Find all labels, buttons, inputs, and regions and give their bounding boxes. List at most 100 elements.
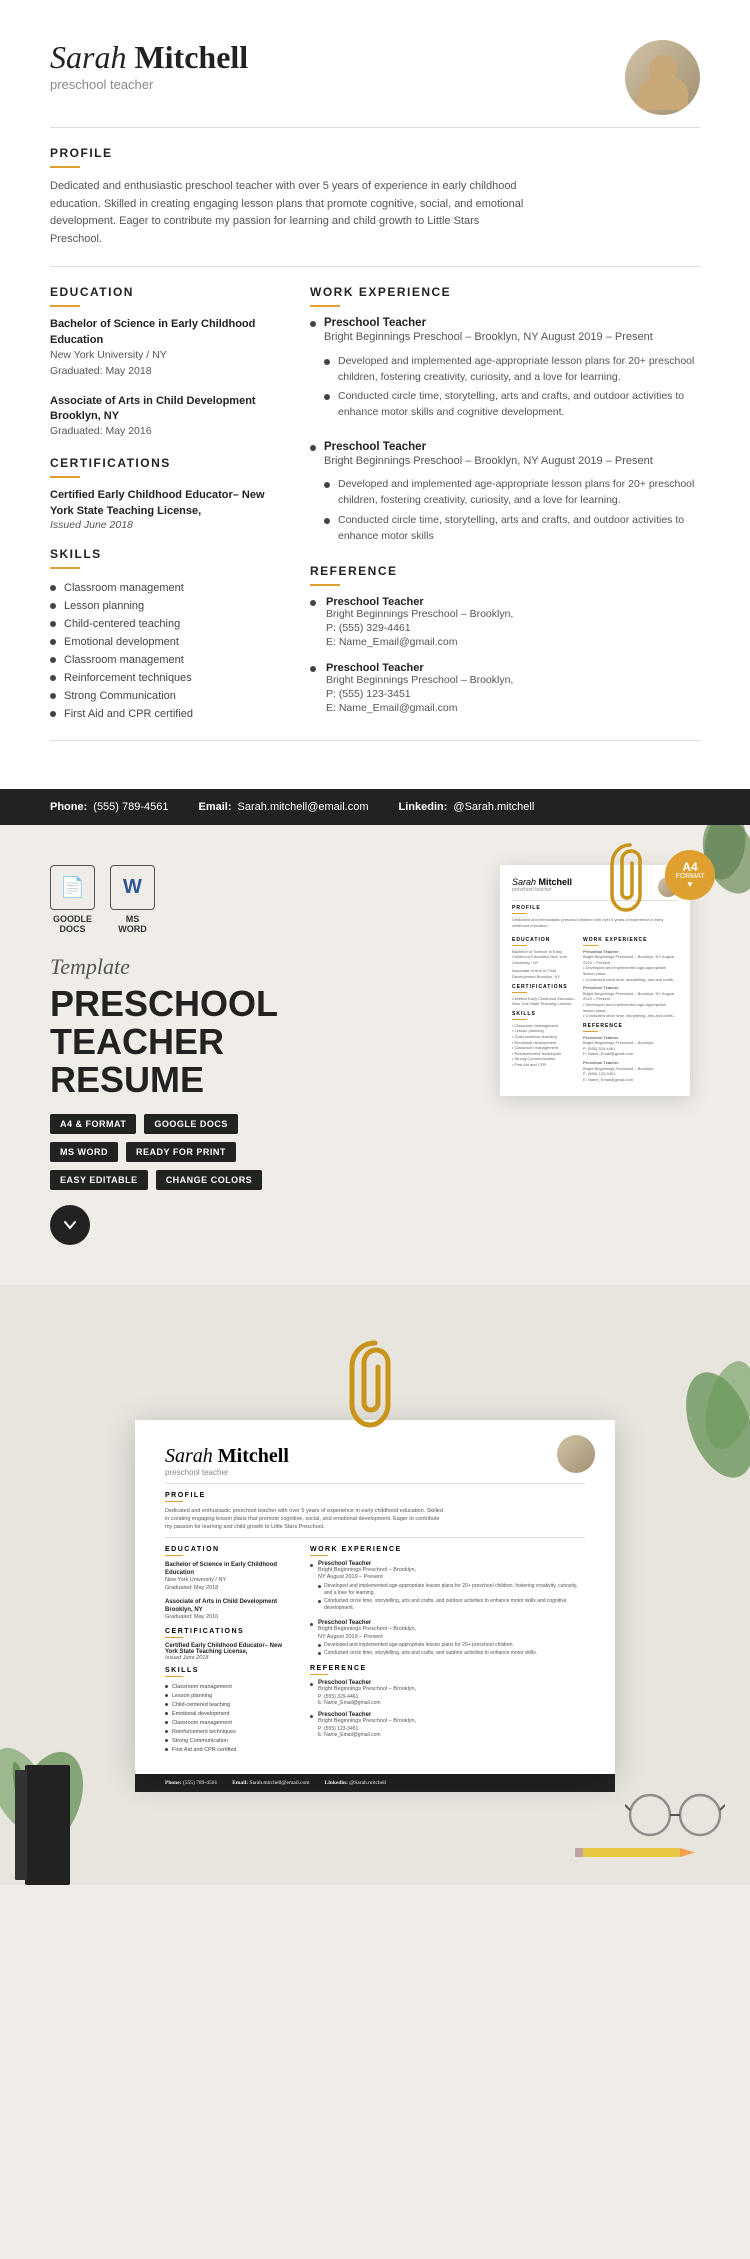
plant-top-right (660, 1345, 750, 1510)
preview-paperclip (340, 1335, 410, 1440)
lr-ref-divider (310, 1674, 328, 1675)
lr-duty-2-2: Conducted circle time, storytelling, art… (318, 1650, 537, 1657)
lr-name: Sarah Mitchell (165, 1445, 585, 1468)
showcase-left-panel: 📄 GOODLEDOCS W MSWORD Template PRESCHOOL… (50, 865, 470, 1244)
paperclip-decor (600, 835, 660, 920)
footer-divider (50, 740, 700, 741)
mini-work-title: WORK EXPERIENCE (583, 937, 678, 943)
cert-date: Issued June 2018 (50, 519, 280, 531)
skill-5: Classroom management (50, 651, 280, 669)
first-name: Sarah (50, 39, 126, 75)
lr-footer-bar: Phone: (555) 789-4561 Email: Sarah.mitch… (135, 1774, 615, 1792)
large-paperclip-svg (340, 1335, 410, 1435)
phone-value: (555) 789-4561 (93, 801, 168, 813)
mini-cert-line (512, 992, 527, 993)
education-item-1: Bachelor of Science in Early Childhood E… (50, 317, 280, 379)
cert-text: Certified Early Childhood Educator– New … (50, 488, 280, 519)
template-title: PRESCHOOL TEACHER RESUME (50, 985, 470, 1098)
bullet-icon (50, 693, 56, 699)
lr-skill-7: Strong Communication (165, 1736, 295, 1745)
skill-4: Emotional development (50, 633, 280, 651)
job-bullet-1 (310, 321, 316, 327)
ref-email-2: E: Name_Email@gmail.com (326, 702, 513, 714)
lr-skill-2: Lesson planning (165, 1691, 295, 1700)
job-title-2: Preschool Teacher (324, 441, 700, 453)
badge-msword[interactable]: MS WORD (50, 1142, 118, 1162)
mini-left-col: EDUCATION Bachelor of Science in Early C… (512, 933, 577, 1085)
footer-phone: Phone: (555) 789-4561 (50, 801, 169, 813)
degree-2: Associate of Arts in Child Development B… (50, 394, 280, 425)
email-value: Sarah.mitchell@email.com (238, 801, 369, 813)
mini-name: Sarah Mitchell (512, 877, 572, 887)
lr-ref-title: REFERENCE (310, 1665, 585, 1672)
profile-divider (50, 166, 80, 168)
duty-bullet (324, 482, 330, 488)
ref-content-2: Preschool Teacher Bright Beginnings Pres… (326, 662, 513, 714)
glasses-svg (625, 1790, 725, 1840)
lr-cert-date: Issued June 2018 (165, 1655, 295, 1661)
badge-editable[interactable]: EASY EDITABLE (50, 1170, 148, 1190)
profile-section: PROFILE Dedicated and enthusiastic presc… (50, 146, 700, 248)
lr-ref-bullet-1 (310, 1683, 313, 1686)
mini-profile-line (512, 913, 527, 914)
bullet-icon (50, 621, 56, 627)
ref-company-2: Bright Beginnings Preschool – Brooklyn, (326, 674, 513, 686)
ref-phone-1: P: (555) 329-4461 (326, 622, 513, 634)
badge-print[interactable]: READY FOR PRINT (126, 1142, 236, 1162)
mini-edu-title: EDUCATION (512, 937, 577, 943)
lr-profile-body: Dedicated and enthusiastic preschool tea… (165, 1507, 445, 1532)
ref-phone-2: P: (555) 123-3451 (326, 688, 513, 700)
lr-skill-6: Reinforcement techniques (165, 1727, 295, 1736)
mini-resume-container: A4 FORMAT ▼ Sarah Mitchell preschool tea… (500, 865, 700, 1096)
ms-word-icon: W MSWORD (110, 865, 155, 934)
lr-subtitle: preschool teacher (165, 1468, 585, 1477)
badge-a4[interactable]: A4 & FORMAT (50, 1114, 136, 1134)
lr-right-col: WORK EXPERIENCE Preschool Teacher Bright… (310, 1546, 585, 1755)
grad-2: Graduated: May 2016 (50, 424, 280, 440)
ref-2: Preschool Teacher Bright Beginnings Pres… (310, 662, 700, 714)
scroll-down-button[interactable] (50, 1205, 90, 1245)
google-docs-icon: 📄 GOODLEDOCS (50, 865, 95, 934)
main-content: EDUCATION Bachelor of Science in Early C… (50, 285, 700, 728)
job-duties-1: Developed and implemented age-appropriat… (324, 352, 700, 423)
bullet-icon (50, 603, 56, 609)
badge-row-2: MS WORD READY FOR PRINT (50, 1142, 470, 1162)
mini-subtitle: preschool teacher (512, 887, 572, 893)
right-column: WORK EXPERIENCE Preschool Teacher Bright… (310, 285, 700, 728)
lr-skill-5: Classroom management (165, 1718, 295, 1727)
ref-email-1: E: Name_Email@gmail.com (326, 636, 513, 648)
bullet-icon (50, 675, 56, 681)
docs-label: GOODLEDOCS (53, 914, 92, 934)
lr-grad-2: Graduated: May 2016 (165, 1614, 295, 1622)
job-duties-2: Developed and implemented age-appropriat… (324, 475, 700, 546)
lr-school-1: New York University / NYGraduated: May 2… (165, 1577, 295, 1592)
ref-job-title-1: Preschool Teacher (326, 596, 513, 608)
reference-divider (310, 584, 340, 586)
mini-work-line (583, 945, 598, 946)
mini-ref-2: Preschool TeacherBright Beginnings Presc… (583, 1060, 678, 1082)
skills-section: SKILLS Classroom management Lesson plann… (50, 547, 280, 723)
mini-ref-title: REFERENCE (583, 1023, 678, 1029)
lr-profile-divider (165, 1501, 183, 1502)
badge-gdocs[interactable]: GOOGLE DOCS (144, 1114, 238, 1134)
photo-placeholder (625, 40, 700, 115)
badge-colors[interactable]: CHANGE COLORS (156, 1170, 263, 1190)
profile-title: PROFILE (50, 146, 700, 160)
lr-skill-3: Child-centered teaching (165, 1700, 295, 1709)
lr-skills-divider (165, 1676, 183, 1677)
lr-cert-text: Certified Early Childhood Educator– New … (165, 1643, 295, 1655)
lr-work-divider (310, 1555, 328, 1556)
large-resume-preview: Sarah Mitchell preschool teacher PROFILE… (135, 1420, 615, 1774)
education-divider (50, 305, 80, 307)
lr-skills-title: SKILLS (165, 1667, 295, 1674)
lr-job-bullet-1 (310, 1564, 313, 1567)
badge-row-1: A4 & FORMAT GOOGLE DOCS (50, 1114, 470, 1134)
lr-duty-1-2: Conducted circle time, storytelling, art… (318, 1598, 585, 1612)
email-label: Email: (199, 801, 232, 813)
bullet-icon (50, 639, 56, 645)
lr-section-divider (165, 1537, 585, 1538)
job-title: preschool teacher (50, 77, 248, 92)
school-1: New York University / NY (50, 348, 280, 364)
reference-title: REFERENCE (310, 564, 700, 578)
skill-2: Lesson planning (50, 597, 280, 615)
